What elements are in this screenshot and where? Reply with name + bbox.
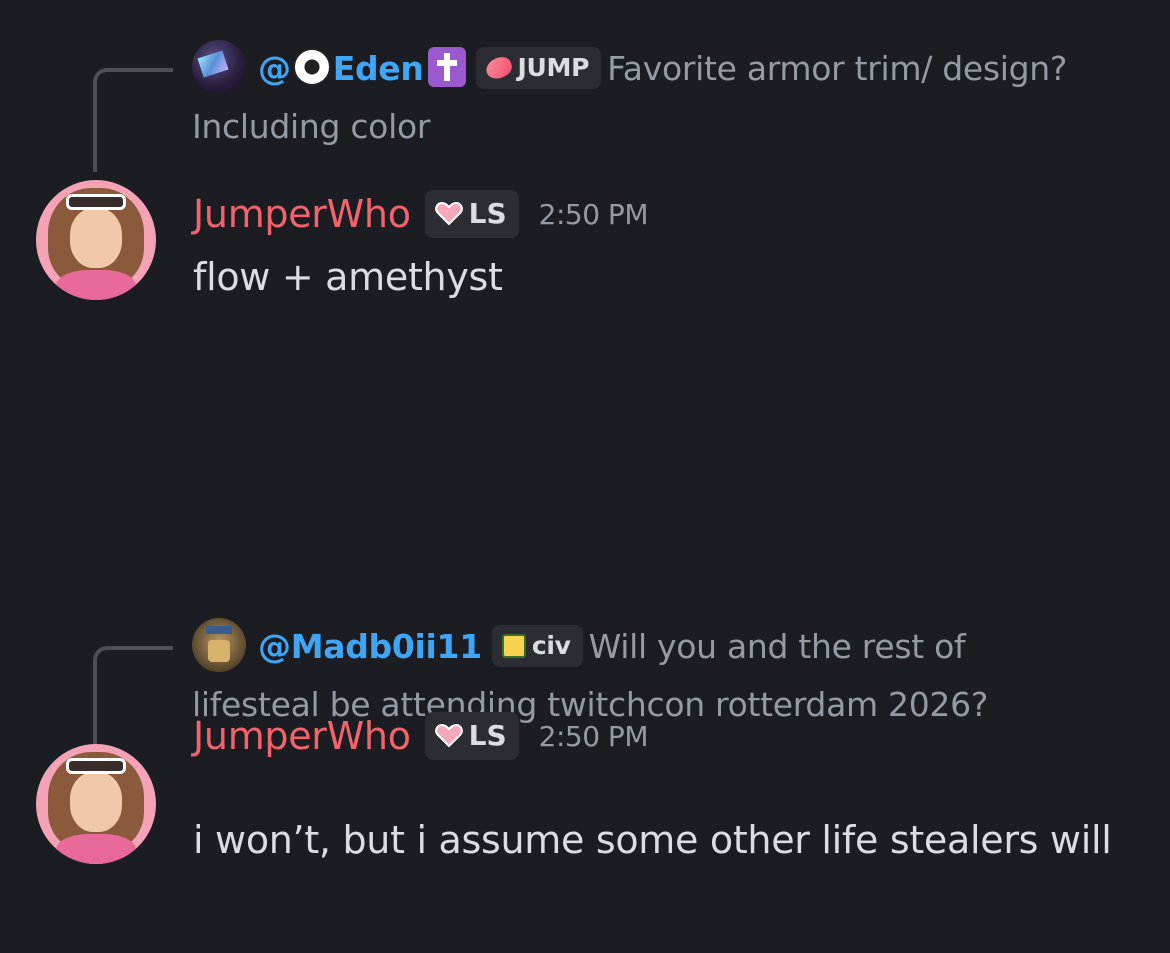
reply-avatar[interactable] (192, 39, 246, 94)
pink-heart-icon (434, 724, 463, 748)
latin-cross-icon (427, 46, 466, 87)
server-tag-label: LS (468, 719, 507, 752)
pink-heart-icon (434, 202, 463, 226)
message-content: flow + amethyst (193, 255, 503, 299)
soccer-ball-icon (292, 47, 331, 86)
server-tag-label: civ (531, 630, 571, 660)
reply-connector (93, 646, 173, 750)
server-tag[interactable]: JUMP (475, 46, 602, 89)
message-header: JumperWho LS 2:50 PM (193, 184, 648, 244)
reply-avatar[interactable] (192, 617, 246, 672)
timestamp[interactable]: 2:50 PM (539, 198, 649, 231)
chat-view: @ Eden JUMP Favorite armor trim/ design? In… (0, 0, 1170, 953)
reply-preview[interactable]: @ Eden JUMP Favorite armor trim/ design? In… (192, 39, 1092, 155)
server-tag[interactable]: LS (424, 190, 519, 238)
username[interactable]: JumperWho (193, 192, 411, 236)
crown-icon (501, 633, 526, 658)
server-tag-label: LS (468, 197, 507, 230)
reply-mention[interactable]: @ Eden (258, 46, 466, 88)
timestamp[interactable]: 2:50 PM (539, 720, 649, 753)
avatar[interactable] (36, 744, 156, 864)
server-tag[interactable]: LS (424, 712, 519, 760)
reply-mention[interactable]: @Madb0ii11 (258, 627, 482, 666)
pink-lips-icon (482, 53, 515, 82)
message-content: i won’t, but i assume some other life st… (193, 818, 1112, 862)
server-tag-label: JUMP (517, 52, 590, 82)
message-header: JumperWho LS 2:50 PM (193, 706, 648, 766)
avatar[interactable] (36, 180, 156, 300)
username[interactable]: JumperWho (193, 714, 411, 758)
server-tag[interactable]: civ (491, 624, 583, 667)
reply-connector (93, 68, 173, 172)
